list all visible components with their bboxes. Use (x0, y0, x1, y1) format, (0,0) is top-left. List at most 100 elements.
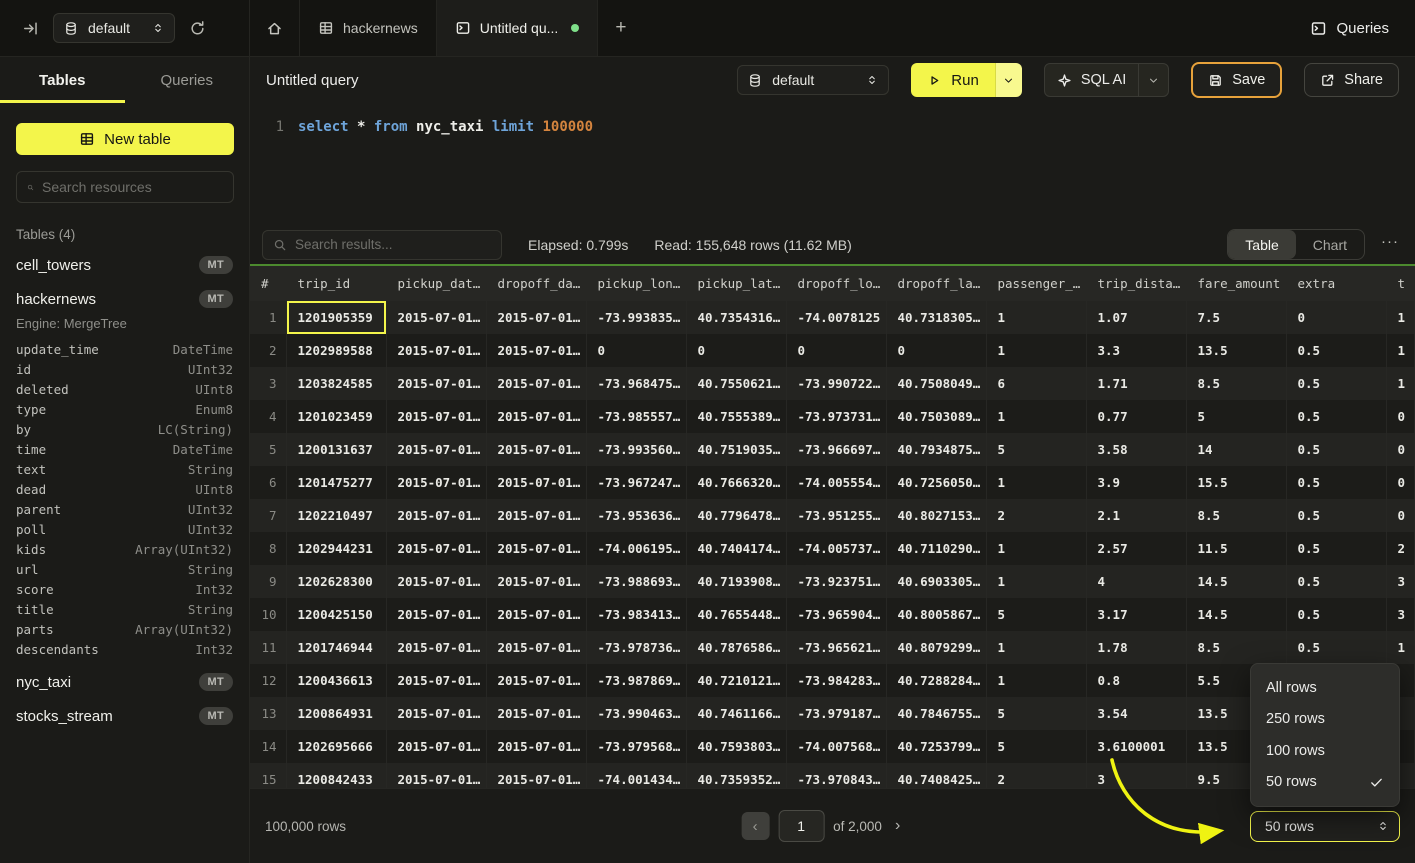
run-options-chevron[interactable] (995, 63, 1022, 97)
column-header[interactable]: dropoff_da… (486, 266, 586, 301)
cell[interactable]: 40.7256050… (886, 466, 986, 499)
cell[interactable]: 1 (986, 466, 1086, 499)
cell[interactable]: 1201905359 (286, 301, 386, 334)
cell[interactable]: 1200436613 (286, 664, 386, 697)
cell[interactable]: -73.978736… (586, 631, 686, 664)
row-number[interactable]: 9 (250, 565, 286, 598)
cell[interactable]: 1 (1386, 301, 1415, 334)
cell[interactable]: 1200131637 (286, 433, 386, 466)
search-results-input[interactable] (295, 237, 491, 252)
cell[interactable]: 40.7550621… (686, 367, 786, 400)
cell[interactable]: 1 (1386, 334, 1415, 367)
sidebar-table-hackernews[interactable]: hackernews MT (16, 282, 233, 316)
cell[interactable]: 1201475277 (286, 466, 386, 499)
cell[interactable]: 0.5 (1286, 367, 1386, 400)
cell[interactable]: 2015-07-01… (486, 697, 586, 730)
cell[interactable]: 2015-07-01… (486, 565, 586, 598)
queries-button[interactable]: Queries (1310, 20, 1389, 37)
cell[interactable]: 2015-07-01… (386, 664, 486, 697)
cell[interactable]: 2015-07-01… (386, 433, 486, 466)
cell[interactable]: 1200864931 (286, 697, 386, 730)
query-database-selector[interactable]: default (737, 65, 889, 95)
sidebar-table-stocks-stream[interactable]: stocks_stream MT (16, 699, 233, 733)
cell[interactable]: 1202695666 (286, 730, 386, 763)
sidebar-tab-tables[interactable]: Tables (0, 57, 125, 103)
cell[interactable]: -74.007568… (786, 730, 886, 763)
column-header[interactable]: pickup_lon… (586, 266, 686, 301)
cell[interactable]: 5 (986, 697, 1086, 730)
page-number-input[interactable] (778, 810, 824, 842)
cell[interactable]: -73.970843… (786, 763, 886, 788)
row-number[interactable]: 8 (250, 532, 286, 565)
cell[interactable]: -73.993835… (586, 301, 686, 334)
cell[interactable]: 14.5 (1186, 565, 1286, 598)
cell[interactable]: 2015-07-01… (486, 763, 586, 788)
cell[interactable]: -74.005554… (786, 466, 886, 499)
column-header[interactable]: dropoff_lo… (786, 266, 886, 301)
cell[interactable]: 40.7796478… (686, 499, 786, 532)
tab-home[interactable] (250, 0, 300, 56)
cell[interactable]: 0.5 (1286, 400, 1386, 433)
cell[interactable]: 2015-07-01… (486, 301, 586, 334)
cell[interactable]: -73.923751… (786, 565, 886, 598)
cell[interactable]: -73.990463… (586, 697, 686, 730)
cell[interactable]: 2015-07-01… (486, 631, 586, 664)
run-button[interactable]: Run (911, 63, 995, 97)
cell[interactable]: 5 (986, 433, 1086, 466)
cell[interactable]: 2015-07-01… (486, 466, 586, 499)
cell[interactable]: 11.5 (1186, 532, 1286, 565)
column-header[interactable]: dropoff_la… (886, 266, 986, 301)
cell[interactable]: 5 (986, 598, 1086, 631)
cell[interactable]: -73.987869… (586, 664, 686, 697)
cell[interactable]: 3 (1386, 598, 1415, 631)
cell[interactable]: 3.54 (1086, 697, 1186, 730)
menu-item-250-rows[interactable]: 250 rows (1251, 704, 1399, 736)
cell[interactable]: 40.7508049… (886, 367, 986, 400)
column-header[interactable]: pickup_dat… (386, 266, 486, 301)
database-selector[interactable]: default (53, 13, 175, 43)
share-button[interactable]: Share (1304, 63, 1399, 97)
cell[interactable]: 2015-07-01… (386, 565, 486, 598)
new-table-button[interactable]: New table (16, 123, 234, 155)
cell[interactable]: 0 (586, 334, 686, 367)
cell[interactable]: 1203824585 (286, 367, 386, 400)
cell[interactable]: 2015-07-01… (386, 730, 486, 763)
cell[interactable]: 40.7876586… (686, 631, 786, 664)
cell[interactable]: -73.965904… (786, 598, 886, 631)
cell[interactable]: 2015-07-01… (386, 598, 486, 631)
cell[interactable]: 0.5 (1286, 466, 1386, 499)
cell[interactable]: 40.7934875… (886, 433, 986, 466)
column-header[interactable]: passenger_… (986, 266, 1086, 301)
cell[interactable]: 40.7846755… (886, 697, 986, 730)
cell[interactable]: 0.5 (1286, 532, 1386, 565)
cell[interactable]: 40.7404174… (686, 532, 786, 565)
cell[interactable]: 3.6100001 (1086, 730, 1186, 763)
cell[interactable]: 0 (1386, 466, 1415, 499)
cell[interactable]: 40.7408425… (886, 763, 986, 788)
cell[interactable]: 2015-07-01… (486, 598, 586, 631)
cell[interactable]: 0 (686, 334, 786, 367)
cell[interactable]: 1 (986, 400, 1086, 433)
cell[interactable]: 1202210497 (286, 499, 386, 532)
cell[interactable]: 40.6903305… (886, 565, 986, 598)
cell[interactable]: 0 (1386, 433, 1415, 466)
cell[interactable]: 0.8 (1086, 664, 1186, 697)
cell[interactable]: 1 (986, 532, 1086, 565)
cell[interactable]: 2015-07-01… (486, 367, 586, 400)
cell[interactable]: 2015-07-01… (386, 400, 486, 433)
cell[interactable]: 1 (1386, 631, 1415, 664)
cell[interactable]: 2015-07-01… (386, 367, 486, 400)
cell[interactable]: 0.5 (1286, 565, 1386, 598)
sidebar-tab-queries[interactable]: Queries (125, 57, 250, 103)
column-header[interactable]: # (250, 266, 286, 301)
sql-ai-button[interactable]: SQL AI (1044, 63, 1169, 97)
menu-item-100-rows[interactable]: 100 rows (1251, 735, 1399, 767)
row-number[interactable]: 7 (250, 499, 286, 532)
cell[interactable]: 0 (1286, 301, 1386, 334)
cell[interactable]: 1201023459 (286, 400, 386, 433)
column-header[interactable]: extra (1286, 266, 1386, 301)
cell[interactable]: 1201746944 (286, 631, 386, 664)
cell[interactable]: 0.5 (1286, 334, 1386, 367)
cell[interactable]: 40.8027153… (886, 499, 986, 532)
cell[interactable]: 1 (1386, 367, 1415, 400)
